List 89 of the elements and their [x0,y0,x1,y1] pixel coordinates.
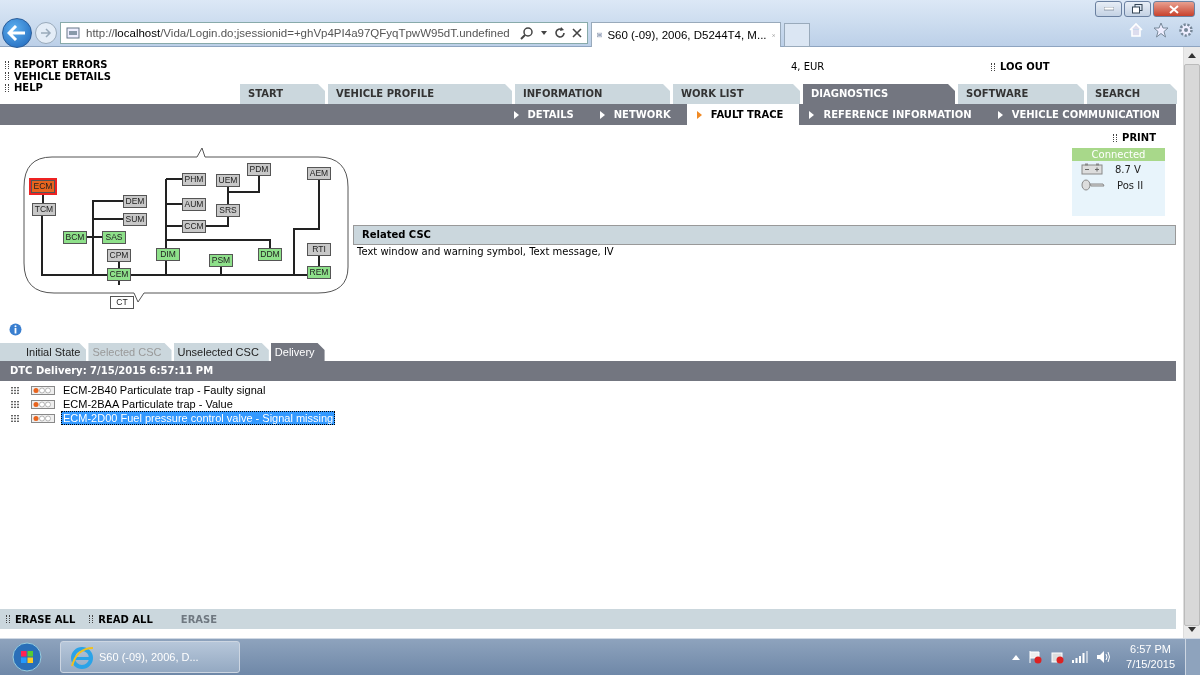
ecu-node[interactable]: PHM [182,173,206,186]
browser-icon [69,644,95,670]
ecu-node[interactable]: ECM [31,180,55,193]
voltage-text: 8.7 V [1115,163,1141,175]
status-lamps-icon [31,413,55,423]
scrollbar[interactable] [1183,47,1200,638]
result-tab[interactable]: Delivery [270,343,325,361]
ecu-node[interactable]: BCM [63,231,87,244]
connection-status: Connected [1072,148,1165,161]
fault-code-item[interactable]: ECM-2BAA Particulate trap - Value [61,397,235,411]
nav-link[interactable]: VEHICLE DETAILS [5,70,240,82]
address-bar[interactable]: http://localhost/Vida/Login.do;jsessionid=+ghVp4PI4a97QFyqTpwW95dT.undefined [60,22,588,44]
back-arrow-icon [7,25,27,41]
expand-icon[interactable] [11,414,19,422]
nav-link[interactable]: HELP [5,82,240,94]
main-tab[interactable]: INFORMATION [515,84,670,104]
section-header: Related CSC [353,225,1176,245]
speaker-icon[interactable] [1096,650,1113,664]
tab-title: S60 (-09), 2006, D5244T4, M... [607,29,767,41]
key-icon [1081,179,1105,191]
ecu-node[interactable]: PDM [247,163,271,176]
print-link[interactable]: PRINT [1113,132,1156,144]
ecu-node[interactable]: SUM [123,213,147,226]
status-lamps-icon [31,385,55,395]
ecu-node[interactable]: REM [307,266,331,279]
scroll-up-icon[interactable] [1188,53,1196,58]
fault-code-item[interactable]: ECM-2B40 Particulate trap - Faulty signal [61,383,268,397]
main-tab[interactable]: SEARCH [1087,84,1177,104]
page-icon [66,27,80,39]
ecu-node[interactable]: SAS [102,231,126,244]
key-position-text: Pos II [1117,179,1144,191]
forward-arrow-icon [40,28,52,38]
close-window-button[interactable] [1153,1,1195,17]
flag-icon[interactable] [1028,650,1043,664]
sub-tab[interactable]: VEHICLE COMMUNICATION [987,104,1176,125]
main-tab[interactable]: WORK LIST [673,84,800,104]
browser-tab[interactable]: S60 (-09), 2006, D5244T4, M... [591,22,781,47]
sub-tab[interactable]: DETAILS [503,104,590,125]
result-tab[interactable]: Unselected CSC [173,343,269,361]
minimize-icon [1103,7,1114,11]
sub-tab[interactable]: FAULT TRACE [686,104,800,125]
ecu-node[interactable]: TCM [32,203,56,216]
windows-logo-icon [12,642,42,672]
nav-link[interactable]: REPORT ERRORS [5,59,240,71]
ecu-node[interactable]: AUM [182,198,206,211]
restore-icon [1132,4,1143,14]
main-tab[interactable]: START [240,84,325,104]
ecu-node[interactable]: DEM [123,195,147,208]
refresh-icon[interactable] [554,27,566,39]
expand-icon[interactable] [11,400,19,408]
ecu-node[interactable]: DDM [258,248,282,261]
ecu-node[interactable]: RTI [307,243,331,256]
search-icon[interactable] [520,26,534,40]
ecu-node[interactable]: AEM [307,167,331,180]
info-icon[interactable] [9,323,22,336]
close-icon [1169,4,1179,14]
action-link[interactable]: READ ALL [89,613,153,625]
ecu-node[interactable]: PSM [209,254,233,267]
back-button[interactable] [2,18,32,48]
sub-tab[interactable]: REFERENCE INFORMATION [799,104,988,125]
logout-link[interactable]: LOG OUT [991,61,1050,73]
ecu-node[interactable]: DIM [156,248,180,261]
ecu-node[interactable]: SRS [216,204,240,217]
ecu-node[interactable]: CEM [107,268,131,281]
main-tab[interactable]: SOFTWARE [958,84,1084,104]
signal-icon[interactable] [1072,651,1089,663]
close-icon[interactable] [572,28,582,38]
result-tab[interactable]: Initial State [0,343,87,361]
star-icon[interactable] [1153,22,1169,38]
main-tab[interactable]: DIAGNOSTICS [803,84,955,104]
ecu-node[interactable]: CT [110,296,134,309]
main-tab[interactable]: VEHICLE PROFILE [328,84,512,104]
ecu-node[interactable]: CCM [182,220,206,233]
account-text: 4, EUR [791,61,826,72]
ecu-node[interactable]: CPM [107,249,131,262]
action-link[interactable]: ERASE ALL [6,613,76,625]
network-icon[interactable] [1050,650,1065,664]
settings-icon[interactable] [1178,22,1194,38]
restore-button[interactable] [1124,1,1151,17]
tray-arrow-icon[interactable] [1012,654,1021,660]
ecu-node[interactable]: UEM [216,174,240,187]
page-icon [597,29,603,41]
related-csc-text: Text window and warning symbol, Text message, IV [356,245,615,258]
status-lamps-icon [31,399,55,409]
sub-tab[interactable]: NETWORK [589,104,687,125]
section-header: DTC Delivery: 7/15/2015 6:57:11 PM [0,361,1176,381]
expand-icon[interactable] [11,386,19,394]
dropdown-icon[interactable] [540,30,548,36]
battery-icon [1081,163,1103,175]
